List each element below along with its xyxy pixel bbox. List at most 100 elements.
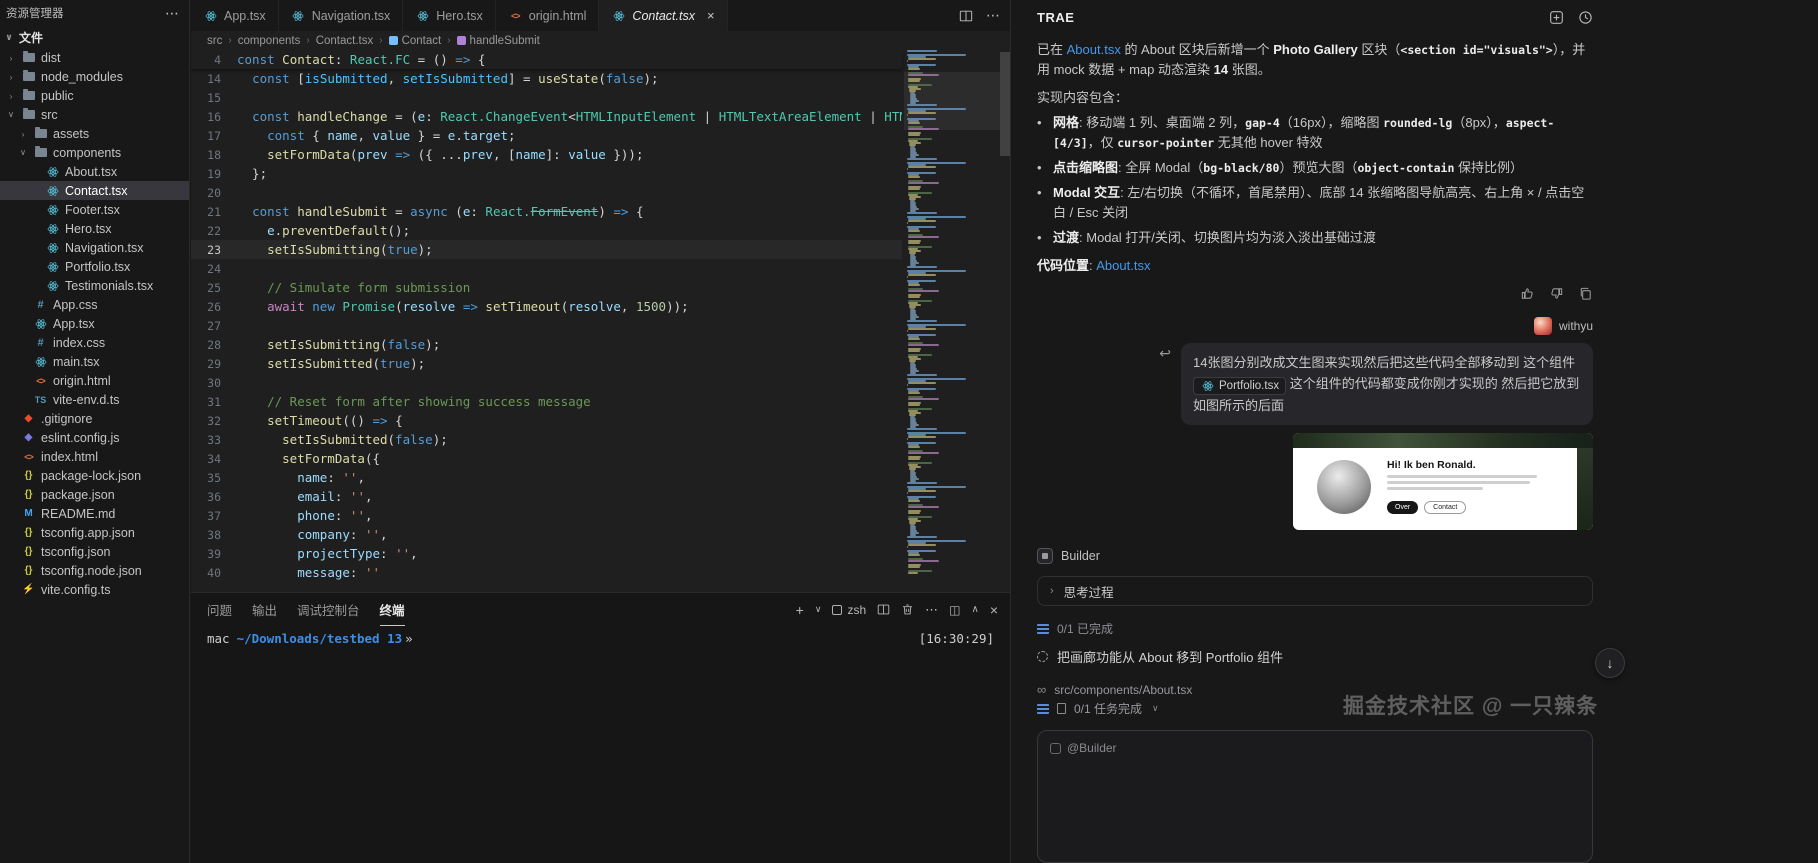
- more-actions-icon[interactable]: ⋯: [165, 5, 179, 22]
- editor-scrollbar[interactable]: [1000, 52, 1010, 156]
- tree-item-vite-env.d.ts[interactable]: TSvite-env.d.ts: [0, 390, 189, 409]
- tree-item-tsconfig.json[interactable]: {}tsconfig.json: [0, 542, 189, 561]
- code-line-15[interactable]: 15: [191, 88, 902, 107]
- revert-icon[interactable]: ↩: [1159, 345, 1171, 362]
- code-line-28[interactable]: 28 setIsSubmitting(false);: [191, 335, 902, 354]
- tree-item-vite.config.ts[interactable]: ⚡vite.config.ts: [0, 580, 189, 599]
- shell-badge[interactable]: zsh: [832, 603, 866, 617]
- tree-item-index.html[interactable]: <>index.html: [0, 447, 189, 466]
- tab-Navigation.tsx[interactable]: Navigation.tsx: [279, 0, 404, 31]
- code-line-30[interactable]: 30: [191, 373, 902, 392]
- new-terminal-icon[interactable]: +: [796, 602, 804, 618]
- tree-item-Contact.tsx[interactable]: Contact.tsx: [0, 181, 189, 200]
- thinking-process-toggle[interactable]: › 思考过程: [1037, 576, 1593, 606]
- tree-item-origin.html[interactable]: <>origin.html: [0, 371, 189, 390]
- minimap[interactable]: [906, 50, 998, 592]
- chat-input[interactable]: @Builder: [1037, 730, 1593, 863]
- history-icon[interactable]: [1578, 10, 1593, 25]
- task-item[interactable]: 把画廊功能从 About 移到 Portfolio 组件: [1037, 647, 1593, 666]
- panel-tab-终端[interactable]: 终端: [380, 593, 405, 626]
- code-line-37[interactable]: 37 phone: '',: [191, 506, 902, 525]
- tree-item-tsconfig.node.json[interactable]: {}tsconfig.node.json: [0, 561, 189, 580]
- code-line-31[interactable]: 31 // Reset form after showing success m…: [191, 392, 902, 411]
- tab-origin.html[interactable]: <>origin.html: [496, 0, 600, 31]
- code-line-20[interactable]: 20: [191, 183, 902, 202]
- new-chat-icon[interactable]: [1549, 10, 1564, 25]
- code-line-36[interactable]: 36 email: '',: [191, 487, 902, 506]
- code-line-23[interactable]: 23 setIsSubmitting(true);: [191, 240, 902, 259]
- tree-item-Hero.tsx[interactable]: Hero.tsx: [0, 219, 189, 238]
- thumbs-down-icon[interactable]: [1549, 286, 1564, 301]
- split-terminal-icon[interactable]: [877, 603, 890, 616]
- tree-item-README.md[interactable]: MREADME.md: [0, 504, 189, 523]
- code-line-34[interactable]: 34 setFormData({: [191, 449, 902, 468]
- tree-item-About.tsx[interactable]: About.tsx: [0, 162, 189, 181]
- tree-item-index.css[interactable]: #index.css: [0, 333, 189, 352]
- tree-item-Navigation.tsx[interactable]: Navigation.tsx: [0, 238, 189, 257]
- terminal-viewport[interactable]: mac~/Downloads/testbed 13» [16:30:29]: [191, 626, 1010, 651]
- breadcrumb-item-handleSubmit[interactable]: handleSubmit: [457, 35, 540, 47]
- kill-terminal-icon[interactable]: [901, 603, 914, 616]
- breadcrumb-item-components[interactable]: components: [238, 35, 301, 47]
- copy-icon[interactable]: [1578, 286, 1593, 301]
- tree-item-dist[interactable]: ›dist: [0, 48, 189, 67]
- scroll-to-bottom-button[interactable]: ↓: [1595, 648, 1625, 678]
- chat-footer-toolbar[interactable]: 0/1 任务完成 ∨: [1037, 700, 1159, 717]
- tree-item-Portfolio.tsx[interactable]: Portfolio.tsx: [0, 257, 189, 276]
- tree-item-src[interactable]: ∨src: [0, 105, 189, 124]
- breadcrumb-item-Contact.tsx[interactable]: Contact.tsx: [316, 35, 374, 47]
- tab-Hero.tsx[interactable]: Hero.tsx: [403, 0, 496, 31]
- code-line-14[interactable]: 14 const [isSubmitted, setIsSubmitted] =…: [191, 69, 902, 88]
- tree-item-package.json[interactable]: {}package.json: [0, 485, 189, 504]
- tree-item-.gitignore[interactable]: ◆.gitignore: [0, 409, 189, 428]
- tree-item-eslint.config.js[interactable]: ◈eslint.config.js: [0, 428, 189, 447]
- code-line-22[interactable]: 22 e.preventDefault();: [191, 221, 902, 240]
- close-icon[interactable]: ×: [707, 9, 715, 22]
- terminal-picker-icon[interactable]: ∨: [815, 604, 822, 615]
- code-line-16[interactable]: 16 const handleChange = (e: React.Change…: [191, 107, 902, 126]
- file-link[interactable]: About.tsx: [1067, 42, 1121, 57]
- thumbs-up-icon[interactable]: [1520, 286, 1535, 301]
- panel-tab-输出[interactable]: 输出: [252, 593, 277, 626]
- code-line-25[interactable]: 25 // Simulate form submission: [191, 278, 902, 297]
- agent-mention[interactable]: @Builder: [1067, 741, 1117, 755]
- tree-item-node_modules[interactable]: ›node_modules: [0, 67, 189, 86]
- tree-item-assets[interactable]: ›assets: [0, 124, 189, 143]
- close-panel-icon[interactable]: ×: [990, 602, 998, 618]
- code-line-24[interactable]: 24: [191, 259, 902, 278]
- workspace-section-header[interactable]: ∨ 文件: [0, 26, 189, 48]
- breadcrumb-item-src[interactable]: src: [207, 35, 222, 47]
- code-editor[interactable]: 4const Contact: React.FC = () => {14 con…: [191, 50, 1010, 592]
- code-line-21[interactable]: 21 const handleSubmit = async (e: React.…: [191, 202, 902, 221]
- code-line-29[interactable]: 29 setIsSubmitted(true);: [191, 354, 902, 373]
- code-line-18[interactable]: 18 setFormData(prev => ({ ...prev, [name…: [191, 145, 902, 164]
- code-line-33[interactable]: 33 setIsSubmitted(false);: [191, 430, 902, 449]
- file-link[interactable]: About.tsx: [1096, 258, 1150, 273]
- tree-item-main.tsx[interactable]: main.tsx: [0, 352, 189, 371]
- tree-item-App.css[interactable]: #App.css: [0, 295, 189, 314]
- tree-item-Testimonials.tsx[interactable]: Testimonials.tsx: [0, 276, 189, 295]
- breadcrumb-item-Contact[interactable]: Contact: [389, 35, 442, 47]
- more-actions-icon[interactable]: ⋯: [925, 602, 938, 618]
- code-line-38[interactable]: 38 company: '',: [191, 525, 902, 544]
- code-line-17[interactable]: 17 const { name, value } = e.target;: [191, 126, 902, 145]
- file-chip-Portfolio.tsx[interactable]: Portfolio.tsx: [1193, 377, 1286, 395]
- code-line-40[interactable]: 40 message: '': [191, 563, 902, 582]
- code-line-35[interactable]: 35 name: '',: [191, 468, 902, 487]
- maximize-panel-icon[interactable]: ∧: [971, 604, 978, 615]
- code-line-4[interactable]: 4const Contact: React.FC = () => {: [191, 50, 902, 69]
- code-line-39[interactable]: 39 projectType: '',: [191, 544, 902, 563]
- tree-item-tsconfig.app.json[interactable]: {}tsconfig.app.json: [0, 523, 189, 542]
- tree-item-public[interactable]: ›public: [0, 86, 189, 105]
- code-line-32[interactable]: 32 setTimeout(() => {: [191, 411, 902, 430]
- split-editor-icon[interactable]: [959, 9, 973, 23]
- attached-image[interactable]: Hi! Ik ben Ronald. OverContact: [1293, 433, 1593, 530]
- tab-Contact.tsx[interactable]: Contact.tsx×: [599, 0, 727, 31]
- tab-App.tsx[interactable]: App.tsx: [191, 0, 279, 31]
- tree-item-package-lock.json[interactable]: {}package-lock.json: [0, 466, 189, 485]
- panel-layout-icon[interactable]: ◫: [949, 603, 960, 617]
- more-actions-icon[interactable]: ⋯: [986, 7, 1000, 24]
- panel-tab-问题[interactable]: 问题: [207, 593, 232, 626]
- tree-item-Footer.tsx[interactable]: Footer.tsx: [0, 200, 189, 219]
- code-line-26[interactable]: 26 await new Promise(resolve => setTimeo…: [191, 297, 902, 316]
